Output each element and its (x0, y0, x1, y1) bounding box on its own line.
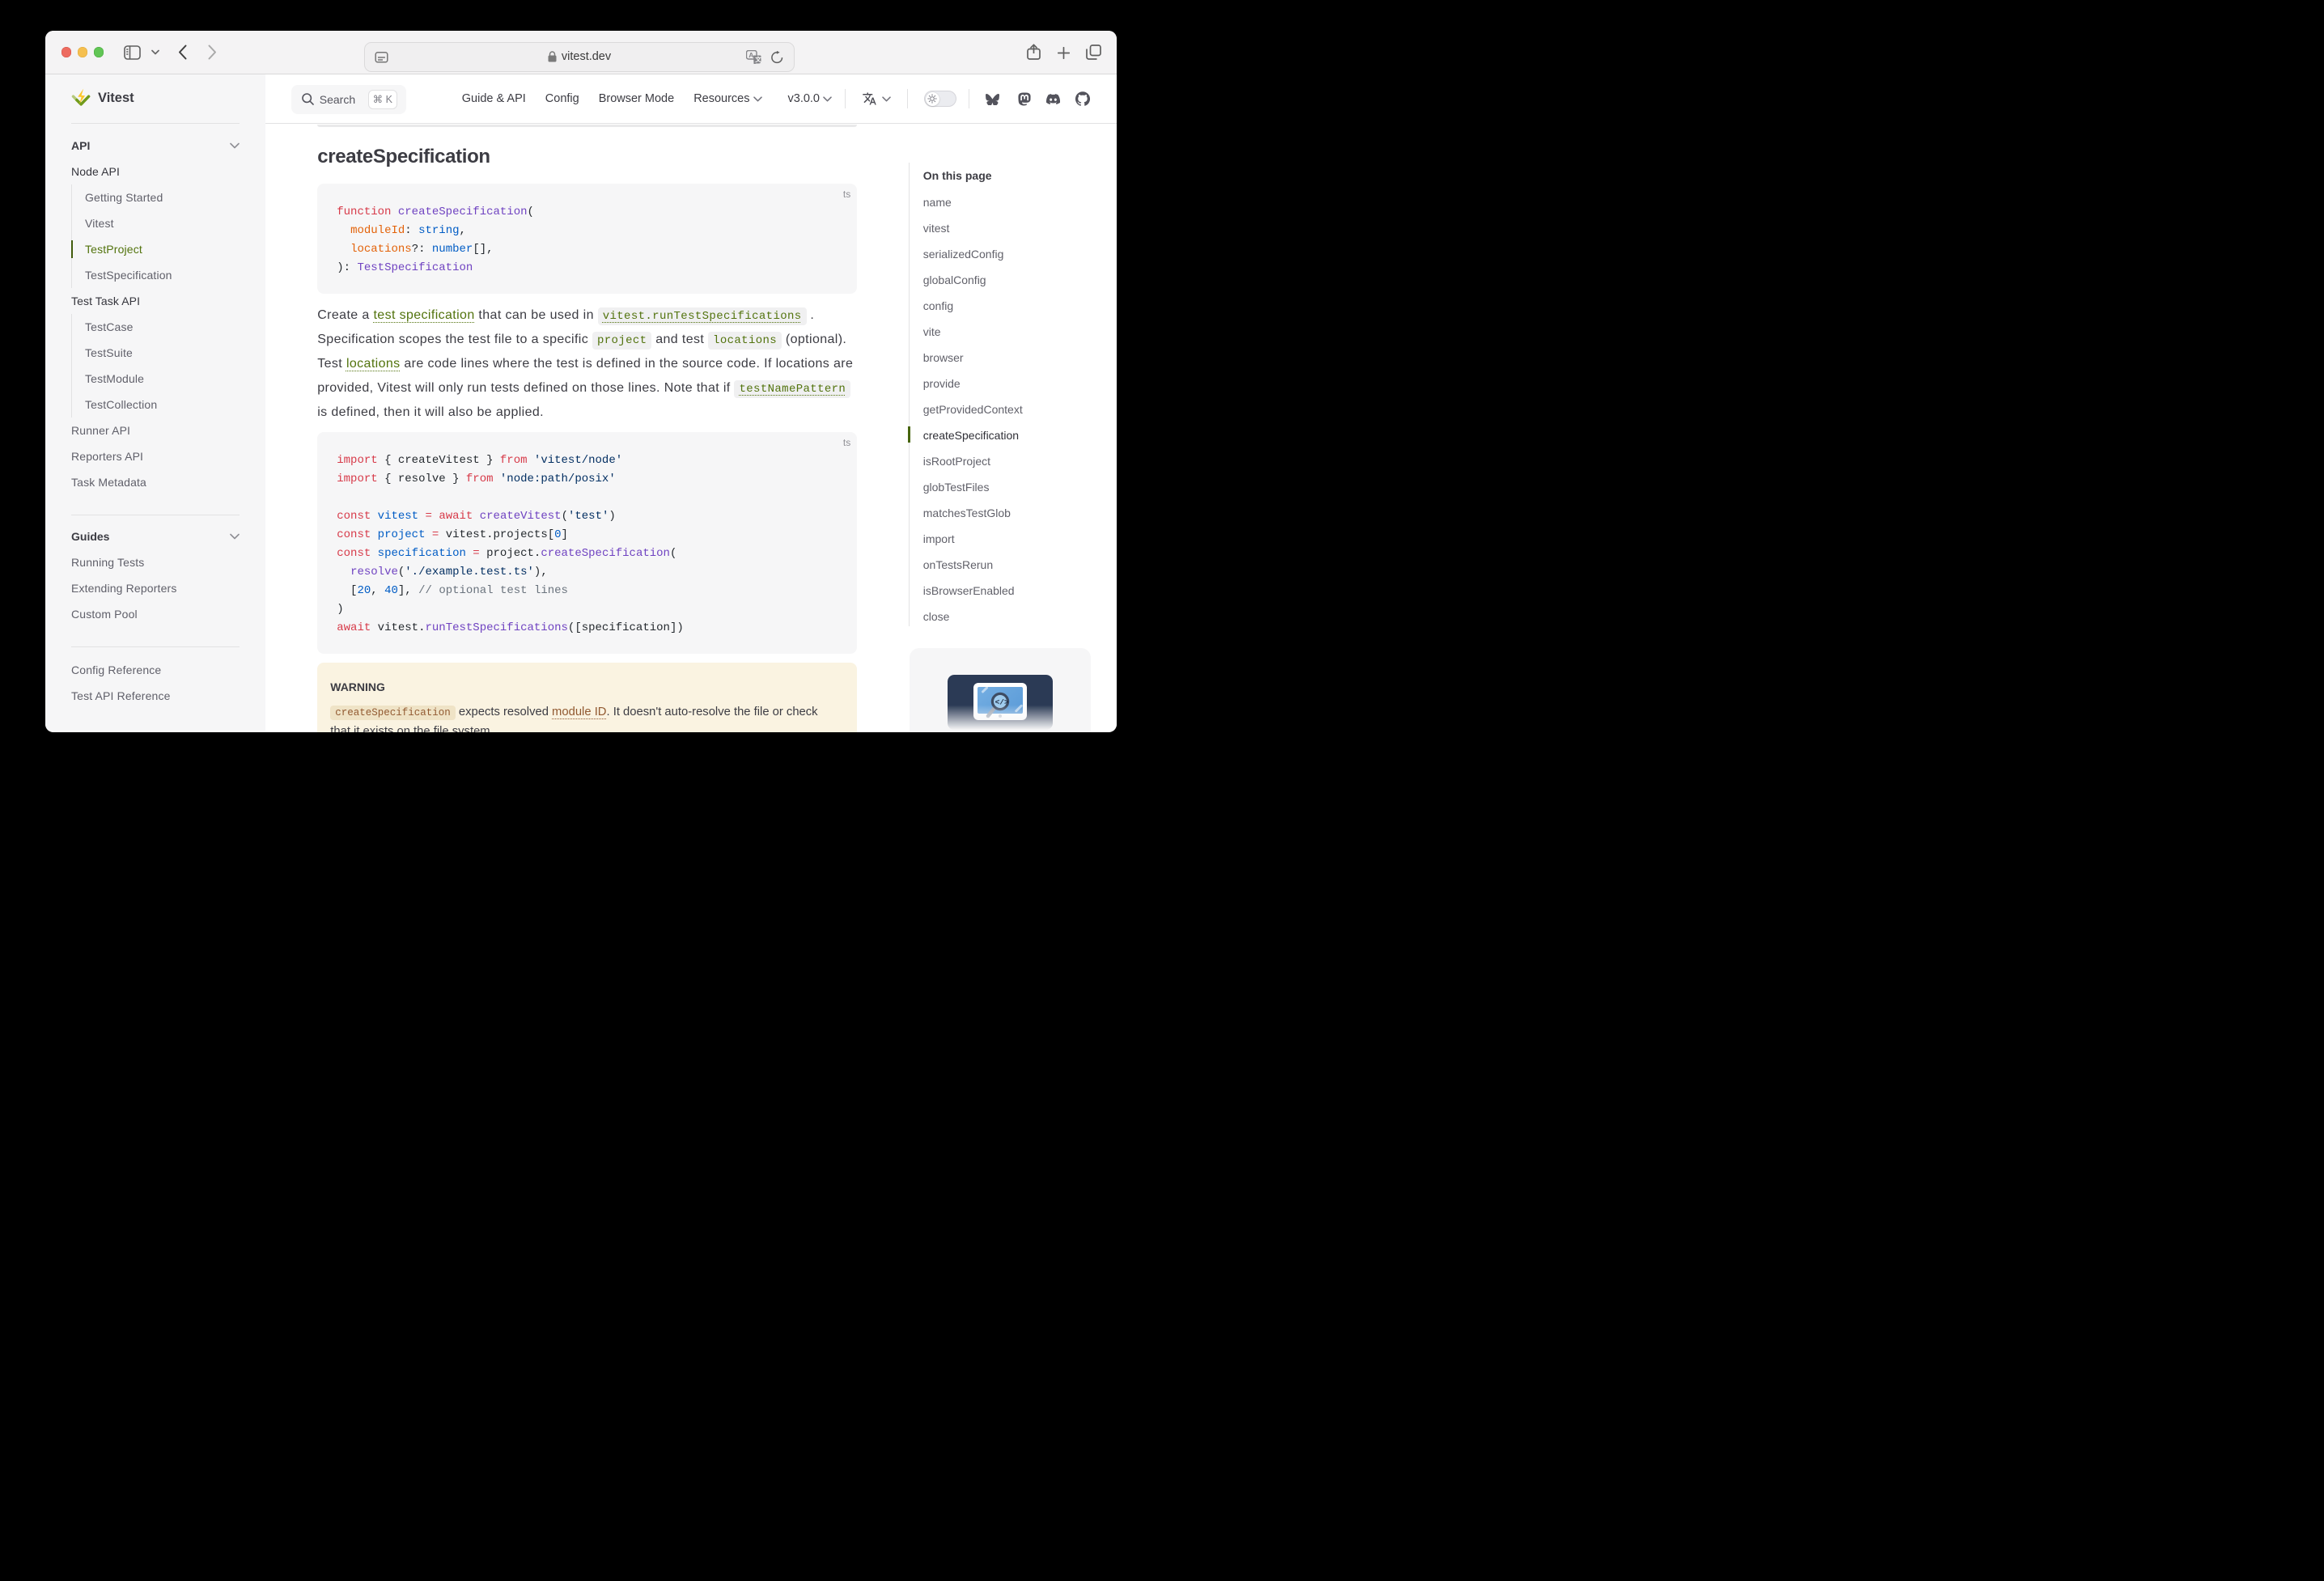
svg-text:A: A (749, 50, 753, 58)
svg-text:文: 文 (755, 55, 761, 63)
svg-text:</>: </> (994, 697, 1008, 706)
